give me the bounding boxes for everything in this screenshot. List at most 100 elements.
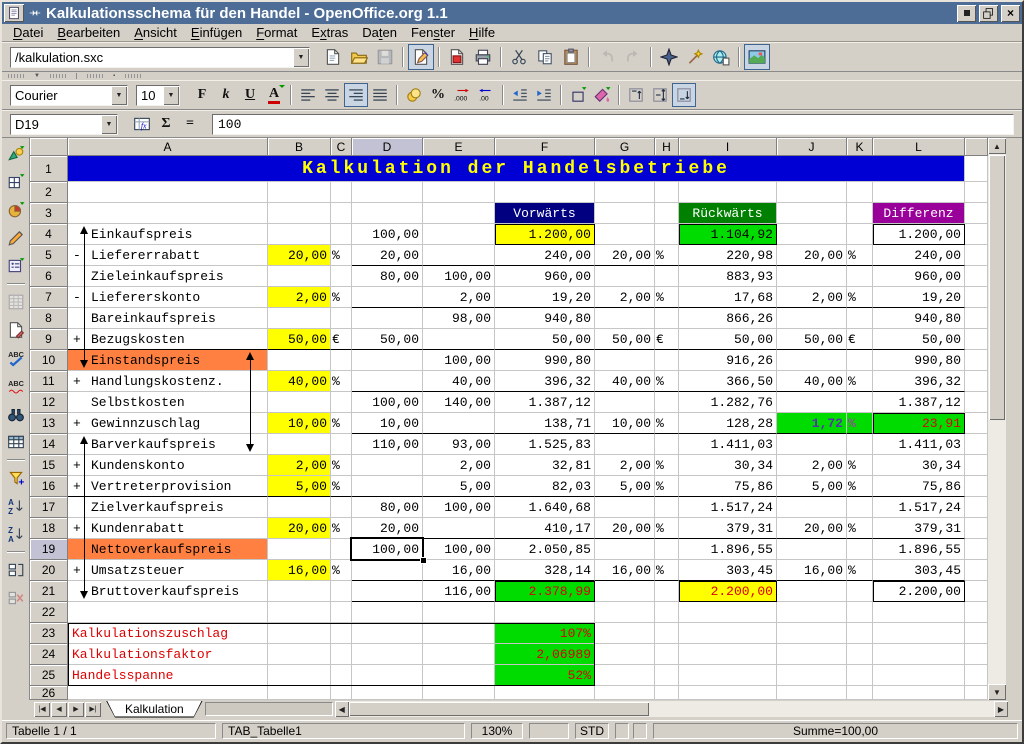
cell-D4[interactable]: 100,00 bbox=[352, 224, 423, 245]
corner-select-all[interactable] bbox=[30, 138, 68, 156]
cell-I7[interactable]: 17,68 bbox=[679, 287, 777, 308]
column-header-I[interactable]: I bbox=[679, 138, 777, 156]
cell-K15[interactable]: % bbox=[847, 455, 873, 476]
next-sheet-button[interactable]: ▶ bbox=[68, 702, 84, 717]
cell-J26[interactable] bbox=[777, 686, 847, 700]
navigator-button[interactable] bbox=[656, 44, 682, 70]
cell-I8[interactable]: 866,26 bbox=[679, 308, 777, 329]
row-header-12[interactable]: 12 bbox=[30, 392, 68, 413]
cell-A11[interactable]: +Handlungskostenz. bbox=[68, 371, 268, 392]
cell-A14[interactable]: Barverkaufspreis bbox=[68, 434, 268, 455]
choose-themes-button[interactable] bbox=[3, 317, 29, 343]
cell-H23[interactable] bbox=[655, 623, 679, 644]
cell-B3[interactable] bbox=[268, 203, 331, 224]
vscroll-thumb[interactable] bbox=[989, 155, 1005, 420]
minimize-button[interactable] bbox=[957, 5, 976, 22]
cut-button[interactable] bbox=[506, 44, 532, 70]
cell-L24[interactable] bbox=[873, 644, 965, 665]
cell-I26[interactable] bbox=[679, 686, 777, 700]
cell-C9[interactable]: € bbox=[331, 329, 352, 350]
cell-B10[interactable] bbox=[268, 350, 331, 371]
cell-H6[interactable] bbox=[655, 266, 679, 287]
cell-overflow-3[interactable] bbox=[965, 203, 988, 224]
cell-overflow-24[interactable] bbox=[965, 644, 988, 665]
cell-L8[interactable]: 940,80 bbox=[873, 308, 965, 329]
cell-A17[interactable]: Zielverkaufspreis bbox=[68, 497, 268, 518]
cell-C6[interactable] bbox=[331, 266, 352, 287]
column-header-G[interactable]: G bbox=[595, 138, 655, 156]
cell-J12[interactable] bbox=[777, 392, 847, 413]
cell-I18[interactable]: 379,31 bbox=[679, 518, 777, 539]
cell-H7[interactable]: % bbox=[655, 287, 679, 308]
cell-E21[interactable]: 116,00 bbox=[423, 581, 495, 602]
cell-L20[interactable]: 303,45 bbox=[873, 560, 965, 581]
cell-I12[interactable]: 1.282,76 bbox=[679, 392, 777, 413]
cell-G14[interactable] bbox=[595, 434, 655, 455]
cell-I19[interactable]: 1.896,55 bbox=[679, 539, 777, 560]
paste-button[interactable] bbox=[558, 44, 584, 70]
cell-G4[interactable] bbox=[595, 224, 655, 245]
cell-C16[interactable]: % bbox=[331, 476, 352, 497]
cell-J2[interactable] bbox=[777, 182, 847, 203]
cell-reference[interactable]: D19 bbox=[11, 115, 101, 134]
cell-B26[interactable] bbox=[268, 686, 331, 700]
cell-K16[interactable]: % bbox=[847, 476, 873, 497]
cell-overflow-10[interactable] bbox=[965, 350, 988, 371]
status-page-style[interactable]: TAB_Tabelle1 bbox=[222, 723, 465, 739]
sort-descending-button[interactable]: ZA bbox=[3, 521, 29, 547]
cell-J24[interactable] bbox=[777, 644, 847, 665]
cell-J23[interactable] bbox=[777, 623, 847, 644]
menu-datei[interactable]: Datei bbox=[6, 24, 50, 41]
cell-I14[interactable]: 1.411,03 bbox=[679, 434, 777, 455]
cell-G12[interactable] bbox=[595, 392, 655, 413]
cell-B16[interactable]: 5,00 bbox=[268, 476, 331, 497]
column-header-D[interactable]: D bbox=[352, 138, 423, 156]
title-bar[interactable]: Kalkulationsschema für den Handel - Open… bbox=[2, 2, 1022, 24]
cell-C3[interactable] bbox=[331, 203, 352, 224]
cell-overflow-5[interactable] bbox=[965, 245, 988, 266]
cell-D16[interactable] bbox=[352, 476, 423, 497]
cell-I22[interactable] bbox=[679, 602, 777, 623]
insert-cells-button[interactable] bbox=[3, 169, 29, 195]
cell-E12[interactable]: 140,00 bbox=[423, 392, 495, 413]
cell-A13[interactable]: +Gewinnzuschlag bbox=[68, 413, 268, 434]
cell-K20[interactable]: % bbox=[847, 560, 873, 581]
borders-button[interactable] bbox=[566, 83, 590, 107]
url-input[interactable]: /kalkulation.sxc bbox=[11, 48, 293, 67]
cell-I17[interactable]: 1.517,24 bbox=[679, 497, 777, 518]
cell-H10[interactable] bbox=[655, 350, 679, 371]
cell-L2[interactable] bbox=[873, 182, 965, 203]
cell-J4[interactable] bbox=[777, 224, 847, 245]
row-header-16[interactable]: 16 bbox=[30, 476, 68, 497]
align-left-button[interactable] bbox=[296, 83, 320, 107]
cell-E20[interactable]: 16,00 bbox=[423, 560, 495, 581]
cell-F24[interactable]: 2,06989 bbox=[495, 644, 595, 665]
cell-D15[interactable] bbox=[352, 455, 423, 476]
cell-J10[interactable] bbox=[777, 350, 847, 371]
menu-daten[interactable]: Daten bbox=[355, 24, 404, 41]
cell-G11[interactable]: 40,00 bbox=[595, 371, 655, 392]
redo-button[interactable] bbox=[620, 44, 646, 70]
cell-E7[interactable]: 2,00 bbox=[423, 287, 495, 308]
column-header-overflow[interactable] bbox=[965, 138, 988, 156]
cell-F17[interactable]: 1.640,68 bbox=[495, 497, 595, 518]
edit-file-button[interactable] bbox=[408, 44, 434, 70]
dock-handle[interactable] bbox=[87, 74, 103, 78]
menu-einfügen[interactable]: Einfügen bbox=[184, 24, 249, 41]
cell-H14[interactable] bbox=[655, 434, 679, 455]
cell-D10[interactable] bbox=[352, 350, 423, 371]
autospellcheck-button[interactable]: ABC bbox=[3, 373, 29, 399]
cell-C10[interactable] bbox=[331, 350, 352, 371]
cell-K25[interactable] bbox=[847, 665, 873, 686]
cell-F11[interactable]: 396,32 bbox=[495, 371, 595, 392]
cell-B17[interactable] bbox=[268, 497, 331, 518]
autoformat-button[interactable] bbox=[3, 289, 29, 315]
vertical-scrollbar[interactable]: ▲▼ bbox=[988, 138, 1006, 700]
cell-L18[interactable]: 379,31 bbox=[873, 518, 965, 539]
cell-E15[interactable]: 2,00 bbox=[423, 455, 495, 476]
sum-button[interactable]: Σ bbox=[154, 112, 178, 136]
cell-K21[interactable] bbox=[847, 581, 873, 602]
sheet-title-cell[interactable]: Kalkulation der Handelsbetriebe bbox=[68, 156, 965, 182]
cell-F18[interactable]: 410,17 bbox=[495, 518, 595, 539]
menu-bearbeiten[interactable]: Bearbeiten bbox=[50, 24, 127, 41]
